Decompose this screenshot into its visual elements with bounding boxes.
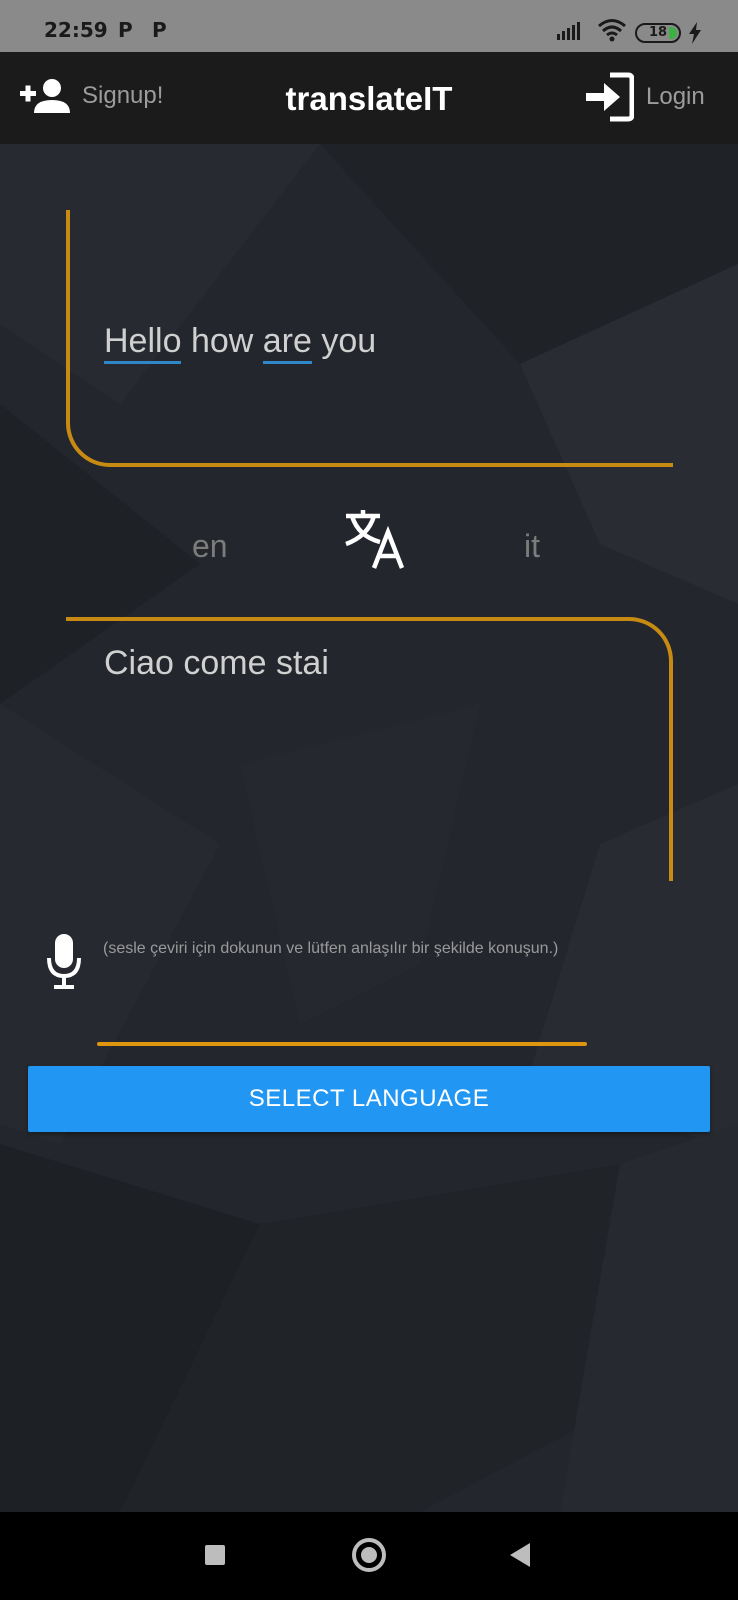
source-language[interactable]: en [192,528,228,565]
app-bar: Signup! translateIT Login [0,52,738,144]
status-time: 22:59 [44,18,108,42]
recents-button[interactable] [205,1545,225,1565]
source-word: you [321,322,377,360]
translation-text: Ciao come stai [104,644,329,682]
home-button[interactable] [352,1538,386,1572]
translator-panel: Hello how are you en it Ciao come stai (… [0,144,738,1512]
translate-icon[interactable] [344,508,406,570]
microphone-icon[interactable] [46,934,82,990]
source-word: are [262,322,312,364]
source-word: how [190,322,254,360]
login-button[interactable]: Login [584,72,705,122]
battery-icon: 18 [635,23,681,43]
notification-p-icon: P [118,18,133,42]
language-row: en it [0,504,738,584]
status-bar: 22:59 P P 18 [0,0,738,52]
voice-input-underline [97,1042,587,1046]
voice-hint: (sesle çeviri için dokunun ve lütfen anl… [103,940,559,957]
select-language-button[interactable]: SELECT LANGUAGE [28,1066,710,1132]
target-language[interactable]: it [524,528,540,565]
login-icon [586,72,634,122]
wifi-icon [598,19,626,42]
charging-icon [689,22,701,44]
back-button[interactable] [508,1542,532,1568]
source-text[interactable]: Hello how are you [104,322,377,364]
login-label: Login [646,83,705,110]
navigation-bar [0,1512,738,1600]
source-word: Hello [104,322,182,364]
notification-p-icon: P [152,18,167,42]
battery-level: 18 [648,25,668,40]
signal-icon [557,22,580,40]
